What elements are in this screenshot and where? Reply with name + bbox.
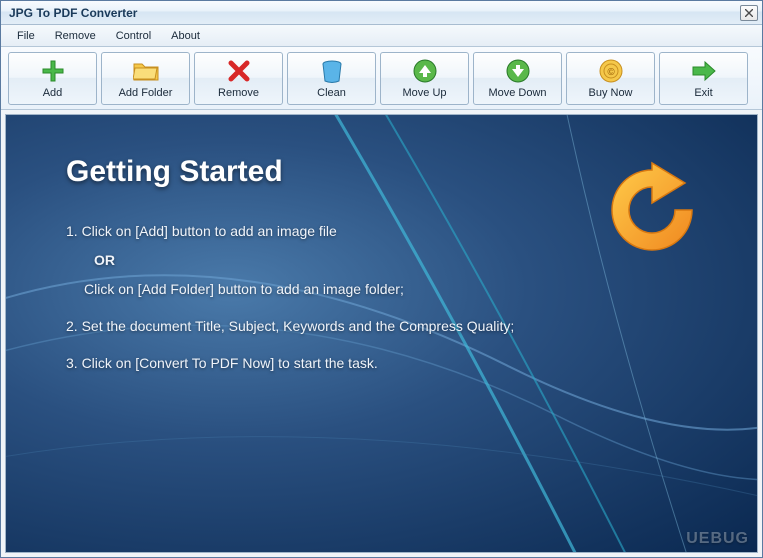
menu-control[interactable]: Control: [106, 28, 161, 44]
trash-icon: [318, 57, 346, 85]
add-label: Add: [43, 87, 63, 99]
coin-icon: ©: [597, 57, 625, 85]
move-down-button[interactable]: Move Down: [473, 52, 562, 105]
clean-button[interactable]: Clean: [287, 52, 376, 105]
getting-started-text: Getting Started 1. Click on [Add] button…: [6, 115, 757, 430]
close-icon: [745, 9, 753, 17]
heading: Getting Started: [66, 155, 697, 189]
titlebar: JPG To PDF Converter: [1, 1, 762, 25]
exit-button[interactable]: Exit: [659, 52, 748, 105]
move-up-button[interactable]: Move Up: [380, 52, 469, 105]
step-1: 1. Click on [Add] button to add an image…: [66, 221, 697, 300]
move-down-label: Move Down: [488, 87, 546, 99]
remove-button[interactable]: Remove: [194, 52, 283, 105]
arrow-right-icon: [690, 57, 718, 85]
add-folder-button[interactable]: Add Folder: [101, 52, 190, 105]
toolbar: Add Add Folder Remove Clean Move Up: [1, 47, 762, 110]
step-1a-text: 1. Click on [Add] button to add an image…: [66, 223, 337, 239]
plus-icon: [39, 57, 67, 85]
arrow-up-icon: [411, 57, 439, 85]
menu-remove[interactable]: Remove: [45, 28, 106, 44]
step-3: 3. Click on [Convert To PDF Now] to star…: [66, 353, 697, 374]
watermark: UEBUG: [686, 530, 749, 548]
step-1b-text: Click on [Add Folder] button to add an i…: [84, 279, 697, 300]
buy-now-button[interactable]: © Buy Now: [566, 52, 655, 105]
x-icon: [225, 57, 253, 85]
svg-text:©: ©: [607, 67, 615, 78]
exit-label: Exit: [694, 87, 712, 99]
step-2: 2. Set the document Title, Subject, Keyw…: [66, 316, 697, 337]
buy-now-label: Buy Now: [588, 87, 632, 99]
menu-about[interactable]: About: [161, 28, 210, 44]
menu-file[interactable]: File: [7, 28, 45, 44]
app-window: JPG To PDF Converter File Remove Control…: [0, 0, 763, 558]
folder-icon: [132, 57, 160, 85]
close-button[interactable]: [740, 5, 758, 21]
clean-label: Clean: [317, 87, 346, 99]
add-button[interactable]: Add: [8, 52, 97, 105]
menubar: File Remove Control About: [1, 25, 762, 47]
remove-label: Remove: [218, 87, 259, 99]
window-title: JPG To PDF Converter: [9, 6, 740, 20]
step-or: OR: [94, 250, 697, 271]
move-up-label: Move Up: [402, 87, 446, 99]
arrow-down-icon: [504, 57, 532, 85]
add-folder-label: Add Folder: [119, 87, 173, 99]
content-panel: Getting Started 1. Click on [Add] button…: [5, 114, 758, 553]
